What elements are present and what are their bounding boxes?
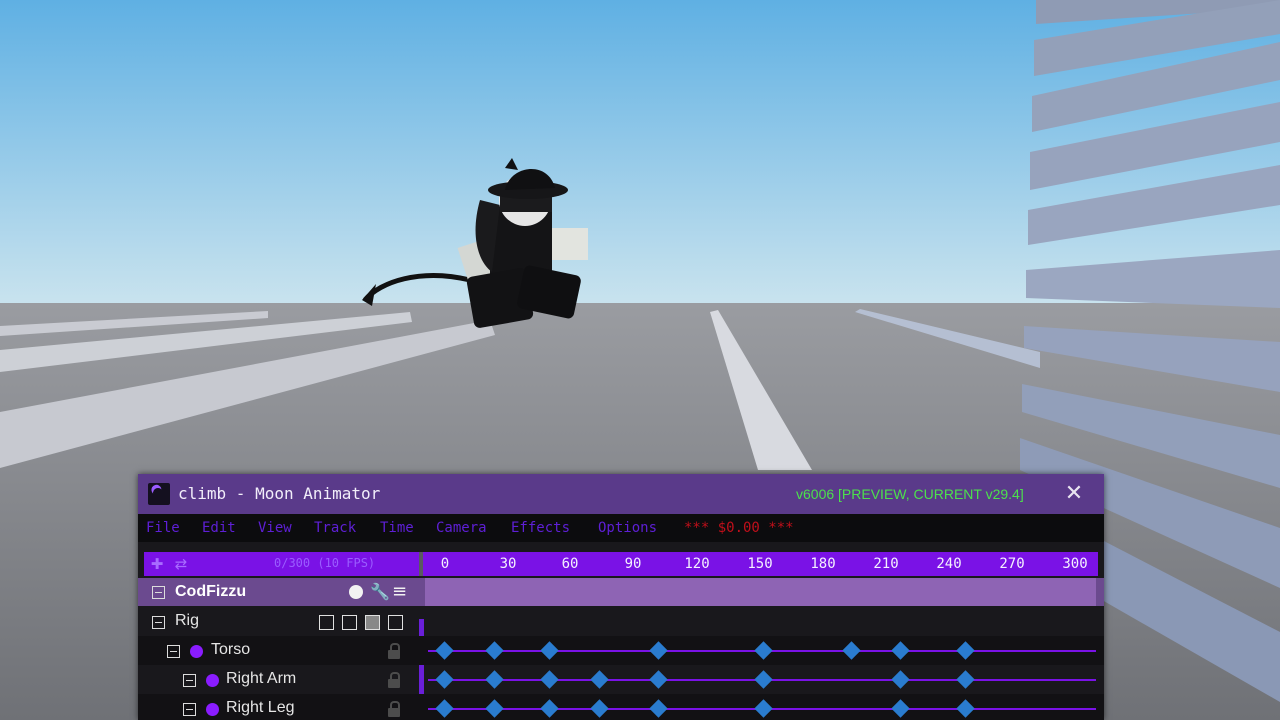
keyframe-diamond[interactable] — [956, 670, 975, 689]
ruler-tick: 180 — [810, 556, 836, 572]
track-rig[interactable]: Rig — [138, 607, 1104, 636]
square-icon[interactable] — [365, 615, 380, 630]
keyframe-diamond[interactable] — [890, 670, 910, 689]
keyframe-diamond[interactable] — [485, 699, 505, 718]
ruler-tick: 270 — [999, 556, 1025, 572]
record-dot-icon[interactable] — [349, 585, 363, 599]
track-right-leg[interactable]: Right Leg — [138, 694, 1104, 720]
window-title: climb - Moon Animator — [178, 484, 381, 503]
menu-track[interactable]: Track — [314, 520, 356, 536]
loop-icon[interactable]: ⇄ — [172, 555, 190, 573]
model-timeline-bar[interactable] — [425, 578, 1096, 606]
keyframe-diamond[interactable] — [754, 641, 773, 660]
part-label: Right Arm — [226, 670, 297, 687]
title-bar[interactable]: climb - Moon Animator v6006 [PREVIEW, CU… — [138, 474, 1104, 514]
part-dot-icon — [206, 674, 219, 687]
cost-label: *** $0.00 *** — [684, 520, 794, 536]
menu-camera[interactable]: Camera — [436, 520, 487, 536]
track-model-codfizzu[interactable]: CodFizzu 🔧 ≡ — [138, 578, 1104, 606]
track-torso[interactable]: Torso — [138, 636, 1104, 665]
ruler-tick: 0 — [440, 556, 450, 572]
ruler-tick: 240 — [936, 556, 962, 572]
wrench-icon[interactable]: 🔧 — [370, 582, 390, 601]
keyframe-diamond[interactable] — [485, 641, 505, 660]
menu-bar: File Edit View Track Time Camera Effects… — [138, 514, 1104, 542]
add-keyframe-icon[interactable]: ✚ — [148, 555, 166, 573]
moon-animator-window[interactable]: climb - Moon Animator v6006 [PREVIEW, CU… — [138, 474, 1104, 720]
keyframe-diamond[interactable] — [590, 670, 610, 689]
menu-lines-icon[interactable]: ≡ — [392, 581, 407, 602]
menu-time[interactable]: Time — [380, 520, 414, 536]
keyframe-diamond[interactable] — [649, 641, 668, 660]
part-dot-icon — [190, 645, 203, 658]
columns-icon[interactable] — [342, 615, 357, 630]
keyframe-diamond[interactable] — [890, 699, 910, 718]
part-dot-icon — [206, 703, 219, 716]
menu-options[interactable]: Options — [598, 520, 657, 536]
keyframe-diamond[interactable] — [754, 670, 773, 689]
keyframe-diamond[interactable] — [485, 670, 505, 689]
keyframe-diamond[interactable] — [754, 699, 773, 718]
lock-icon[interactable] — [387, 672, 401, 688]
menu-file[interactable]: File — [146, 520, 180, 536]
collapse-icon[interactable] — [152, 616, 165, 629]
download-icon[interactable] — [319, 615, 334, 630]
frame-counter: 0/300 (10 FPS) — [274, 556, 376, 570]
rig-label: Rig — [175, 612, 200, 629]
collapse-icon[interactable] — [152, 586, 165, 599]
close-icon[interactable]: ✕ — [1062, 482, 1086, 506]
lock-icon[interactable] — [387, 643, 401, 659]
keyframe-diamond[interactable] — [956, 641, 975, 660]
track-right-arm[interactable]: Right Arm — [138, 665, 1104, 694]
ruler-tick: 120 — [684, 556, 710, 572]
keyframe-diamond[interactable] — [649, 670, 668, 689]
keyframe-diamond[interactable] — [540, 670, 559, 689]
menu-edit[interactable]: Edit — [202, 520, 236, 536]
ruler-tick: 300 — [1062, 556, 1088, 572]
collapse-icon[interactable] — [183, 674, 196, 687]
lock-toggle-icon[interactable] — [388, 615, 403, 630]
keyframe-diamond[interactable] — [540, 699, 559, 718]
lock-icon[interactable] — [387, 701, 401, 717]
ruler-tick: 90 — [624, 556, 642, 572]
ruler-tick: 210 — [873, 556, 899, 572]
ruler-tick: 60 — [561, 556, 579, 572]
part-label: Right Leg — [226, 699, 295, 716]
keyframe-diamond[interactable] — [590, 699, 610, 718]
keyframe-diamond[interactable] — [842, 641, 862, 660]
keyframe-diamond[interactable] — [435, 641, 454, 660]
collapse-icon[interactable] — [183, 703, 196, 716]
keyframe-diamond[interactable] — [435, 699, 454, 718]
keyframe-diamond[interactable] — [649, 699, 668, 718]
keyframe-diamond[interactable] — [956, 699, 975, 718]
ruler-tick: 150 — [747, 556, 773, 572]
ruler-tick: 30 — [499, 556, 517, 572]
keyframe-diamond[interactable] — [540, 641, 559, 660]
collapse-icon[interactable] — [167, 645, 180, 658]
menu-effects[interactable]: Effects — [511, 520, 570, 536]
part-label: Torso — [211, 641, 251, 658]
keyframe-diamond[interactable] — [890, 641, 910, 660]
model-label: CodFizzu — [175, 583, 247, 600]
keyframe-diamond[interactable] — [435, 670, 454, 689]
version-label: v6006 [PREVIEW, CURRENT v29.4] — [796, 486, 1024, 502]
menu-view[interactable]: View — [258, 520, 292, 536]
moon-app-icon — [148, 483, 170, 505]
